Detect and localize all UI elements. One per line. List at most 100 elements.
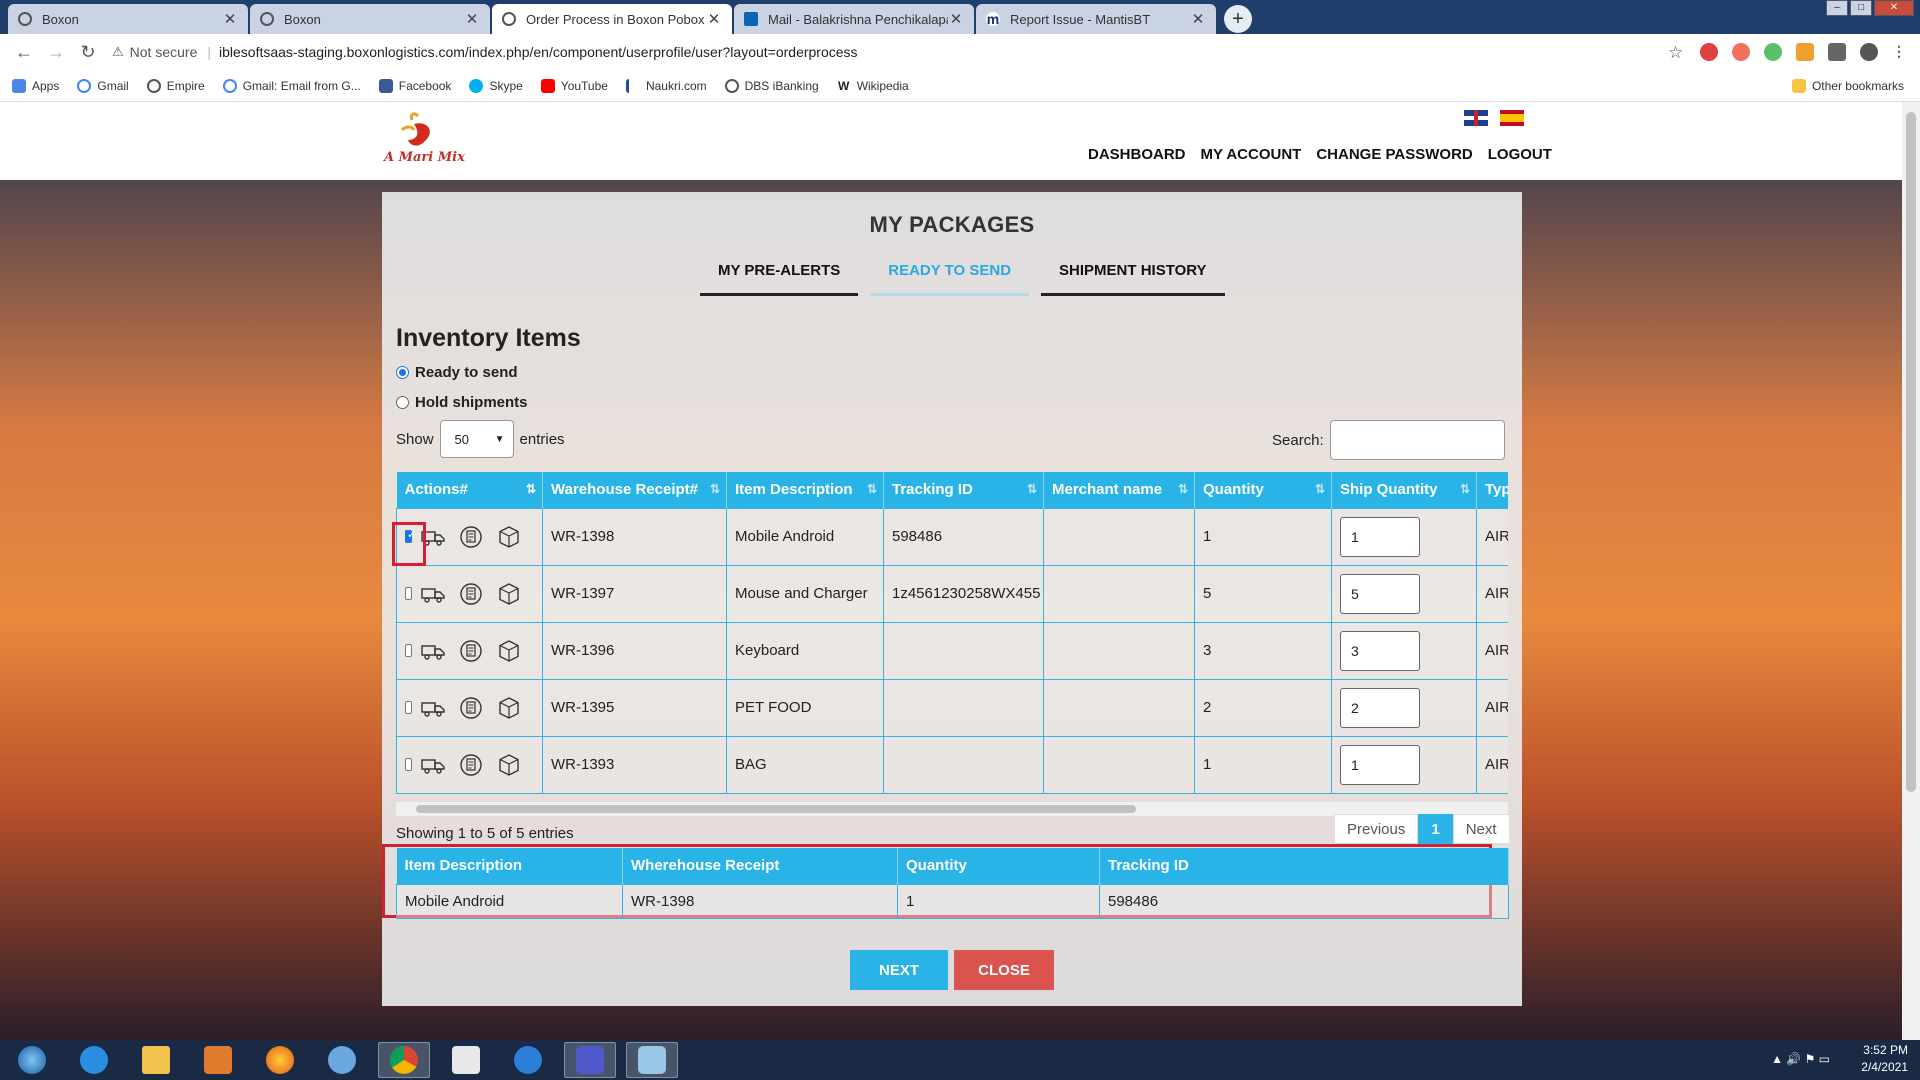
star-icon[interactable]: ☆: [1668, 43, 1686, 62]
english-flag-icon[interactable]: [1464, 110, 1488, 126]
nav-dashboard[interactable]: DASHBOARD: [1088, 146, 1186, 163]
extension-icon[interactable]: [1732, 43, 1750, 61]
radio-button[interactable]: [396, 396, 409, 409]
close-tab-icon[interactable]: ✕: [948, 10, 964, 28]
row-select-checkbox[interactable]: [405, 758, 412, 771]
browser-tab-4[interactable]: Mail - Balakrishna Penchikalapati ✕: [734, 4, 974, 34]
taskbar-firefox[interactable]: [254, 1042, 306, 1078]
back-icon[interactable]: ←: [10, 42, 38, 63]
ship-quantity-input[interactable]: 3: [1340, 630, 1420, 671]
bookmark-wikipedia[interactable]: W Wikipedia: [836, 78, 909, 93]
nav-my-account[interactable]: MY ACCOUNT: [1201, 146, 1302, 163]
truck-icon[interactable]: [420, 639, 446, 663]
taskbar-edge[interactable]: [502, 1042, 554, 1078]
search-input[interactable]: [1329, 420, 1505, 460]
reload-icon[interactable]: ↻: [74, 42, 102, 63]
extension-icon[interactable]: [1764, 43, 1782, 61]
package-box-icon[interactable]: [496, 582, 522, 606]
package-box-icon[interactable]: [496, 696, 522, 720]
browser-tab-3[interactable]: Order Process in Boxon Pobox Sc ✕: [492, 4, 732, 34]
column-header-type[interactable]: Type: [1476, 472, 1508, 508]
close-tab-icon[interactable]: ✕: [1190, 10, 1206, 28]
system-tray-icons[interactable]: ▲ 🔊 ⚑ ▭: [1771, 1052, 1830, 1066]
minimize-icon[interactable]: –: [1826, 0, 1848, 16]
row-select-checkbox[interactable]: [405, 701, 412, 714]
bookmark-empire[interactable]: Empire: [146, 78, 205, 93]
row-select-checkbox[interactable]: [405, 644, 412, 657]
taskbar-ie[interactable]: [68, 1042, 120, 1078]
invoice-icon[interactable]: [458, 696, 484, 720]
invoice-icon[interactable]: [458, 639, 484, 663]
invoice-icon[interactable]: [458, 753, 484, 777]
taskbar-explorer[interactable]: [130, 1042, 182, 1078]
taskbar-media[interactable]: [192, 1042, 244, 1078]
radio-hold-shipments[interactable]: Hold shipments: [396, 394, 528, 411]
taskbar-app[interactable]: [440, 1042, 492, 1078]
bookmark-youtube[interactable]: YouTube: [540, 78, 608, 93]
tab-shipment-history[interactable]: SHIPMENT HISTORY: [1041, 252, 1225, 296]
radio-button[interactable]: [396, 366, 409, 379]
browser-tab-1[interactable]: Boxon ✕: [8, 4, 248, 34]
bookmark-naukri[interactable]: Naukri.com: [625, 78, 707, 93]
page-1-button[interactable]: 1: [1418, 814, 1453, 844]
bookmark-other[interactable]: Other bookmarks: [1791, 78, 1904, 93]
bookmark-gmail[interactable]: Gmail: [77, 78, 129, 93]
taskbar-paint[interactable]: [626, 1042, 678, 1078]
column-header-ship-quantity[interactable]: Ship Quantity ⇅: [1331, 472, 1477, 508]
extension-icon[interactable]: [1796, 43, 1814, 61]
taskbar-safari[interactable]: [316, 1042, 368, 1078]
scrollbar-thumb[interactable]: [1906, 112, 1916, 792]
ship-quantity-input[interactable]: 1: [1340, 744, 1420, 785]
close-button[interactable]: CLOSE: [954, 950, 1054, 990]
column-header-tracking-id[interactable]: Tracking ID ⇅: [883, 472, 1044, 508]
bookmark-dbs[interactable]: DBS iBanking: [724, 78, 819, 93]
previous-page-button[interactable]: Previous: [1334, 814, 1419, 844]
bookmark-skype[interactable]: Skype: [469, 78, 523, 93]
radio-ready-to-send[interactable]: Ready to send: [396, 364, 518, 381]
window-close-icon[interactable]: ✕: [1874, 0, 1914, 16]
puzzle-icon[interactable]: [1828, 43, 1846, 61]
profile-icon[interactable]: [1860, 43, 1878, 61]
truck-icon[interactable]: [420, 696, 446, 720]
ship-quantity-input[interactable]: 2: [1340, 687, 1420, 728]
spanish-flag-icon[interactable]: [1500, 110, 1524, 126]
column-header-item-description[interactable]: Item Description ⇅: [726, 472, 884, 508]
scrollbar-thumb[interactable]: [416, 805, 1136, 813]
taskbar-teams[interactable]: [564, 1042, 616, 1078]
bookmark-gmail-email[interactable]: Gmail: Email from G...: [222, 78, 361, 93]
close-tab-icon[interactable]: ✕: [464, 10, 480, 28]
url-field[interactable]: ⚠ Not secure | iblesoftsaas-staging.boxo…: [106, 38, 1654, 66]
column-header-merchant-name[interactable]: Merchant name ⇅: [1043, 472, 1195, 508]
invoice-icon[interactable]: [458, 582, 484, 606]
start-button[interactable]: [6, 1042, 58, 1078]
truck-icon[interactable]: [420, 582, 446, 606]
package-box-icon[interactable]: [496, 639, 522, 663]
nav-logout[interactable]: LOGOUT: [1488, 146, 1552, 163]
page-vertical-scrollbar[interactable]: [1902, 102, 1920, 1040]
next-button[interactable]: NEXT: [850, 950, 948, 990]
nav-change-password[interactable]: CHANGE PASSWORD: [1316, 146, 1472, 163]
close-tab-icon[interactable]: ✕: [706, 10, 722, 28]
bookmark-apps[interactable]: Apps: [12, 78, 59, 93]
menu-icon[interactable]: ⋮: [1892, 43, 1910, 61]
bookmark-facebook[interactable]: Facebook: [378, 78, 451, 93]
browser-tab-2[interactable]: Boxon ✕: [250, 4, 490, 34]
truck-icon[interactable]: [420, 753, 446, 777]
entries-select[interactable]: 50 ▼: [439, 420, 514, 458]
taskbar-chrome[interactable]: [378, 1042, 430, 1078]
new-tab-button[interactable]: +: [1224, 5, 1252, 33]
tab-ready-to-send[interactable]: READY TO SEND: [870, 252, 1030, 296]
row-select-checkbox[interactable]: [405, 587, 412, 600]
tab-my-pre-alerts[interactable]: MY PRE-ALERTS: [700, 252, 859, 296]
column-header-quantity[interactable]: Quantity ⇅: [1194, 472, 1332, 508]
invoice-icon[interactable]: [458, 525, 484, 549]
next-page-button[interactable]: Next: [1452, 814, 1510, 844]
close-tab-icon[interactable]: ✕: [222, 10, 238, 28]
clock[interactable]: 3:52 PM 2/4/2021: [1861, 1042, 1908, 1076]
ship-quantity-input[interactable]: 5: [1340, 573, 1420, 614]
column-header-actions[interactable]: Actions# ⇅: [396, 472, 543, 508]
package-box-icon[interactable]: [496, 753, 522, 777]
column-header-warehouse-receipt[interactable]: Warehouse Receipt# ⇅: [542, 472, 727, 508]
browser-tab-5[interactable]: m Report Issue - MantisBT ✕: [976, 4, 1216, 34]
forward-icon[interactable]: →: [42, 42, 70, 63]
